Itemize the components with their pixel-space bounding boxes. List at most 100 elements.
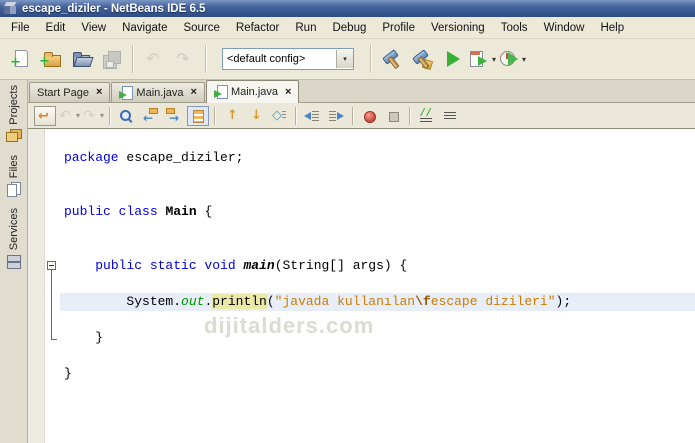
code-line[interactable]	[28, 185, 695, 203]
code-line[interactable]	[28, 131, 695, 149]
menu-view[interactable]: View	[73, 19, 114, 37]
run-button[interactable]	[438, 45, 466, 73]
code-line[interactable]	[28, 221, 695, 239]
toggle-highlight-button[interactable]	[187, 106, 209, 126]
code-editor[interactable]: package escape_diziler;public class Main…	[28, 129, 695, 443]
run-icon	[441, 48, 463, 70]
sidebar-tab-files[interactable]: Files	[6, 155, 22, 196]
menu-file[interactable]: File	[3, 19, 38, 37]
projects-icon	[6, 129, 22, 143]
debug-button[interactable]: ▾	[468, 45, 496, 73]
find-previous-icon	[142, 108, 158, 124]
code-token: (	[267, 294, 275, 309]
profile-icon	[498, 48, 520, 70]
title-bar[interactable]: escape_diziler - NetBeans IDE 6.5	[0, 0, 695, 17]
code-text: package escape_diziler;	[64, 149, 243, 167]
build-button[interactable]	[378, 45, 406, 73]
chevron-down-icon[interactable]: ▾	[100, 111, 104, 120]
open-project-button[interactable]	[67, 45, 95, 73]
code-line[interactable]: public static void main(String[] args) {	[28, 257, 695, 275]
new-project-button[interactable]	[37, 45, 65, 73]
menu-run[interactable]: Run	[287, 19, 324, 37]
uncomment-button[interactable]	[439, 106, 461, 126]
tab-0-start-page[interactable]: Start Page×	[29, 82, 110, 102]
tab-2-main-java[interactable]: Main.java×	[206, 80, 300, 103]
config-combobox[interactable]: <default config>▾	[222, 48, 354, 70]
find-button[interactable]	[115, 106, 137, 126]
tab-close-icon[interactable]: ×	[191, 87, 197, 98]
code-token: escape dizileri"	[431, 294, 556, 309]
find-next-button[interactable]	[163, 106, 185, 126]
nav-forward-button[interactable]: ▾	[82, 106, 104, 126]
clean-build-button[interactable]	[408, 45, 436, 73]
bookmark-next-button[interactable]	[244, 106, 266, 126]
sidebar-tab-label: Files	[8, 155, 20, 178]
shift-right-icon	[328, 108, 344, 124]
menu-navigate[interactable]: Navigate	[114, 19, 175, 37]
macro-record-icon	[361, 108, 377, 124]
sidebar-tab-services[interactable]: Services	[6, 208, 22, 268]
last-edit-button[interactable]	[34, 106, 56, 126]
shift-left-icon	[304, 108, 320, 124]
new-file-button[interactable]	[7, 45, 35, 73]
chevron-down-icon[interactable]: ▾	[76, 111, 80, 120]
comment-button[interactable]	[415, 106, 437, 126]
sidebar-tab-projects[interactable]: Projects	[6, 85, 22, 143]
toolbar-separator	[205, 45, 206, 73]
tab-close-icon[interactable]: ×	[96, 87, 102, 98]
macro-stop-button[interactable]	[382, 106, 404, 126]
chevron-down-icon[interactable]: ▾	[522, 55, 526, 64]
code-line[interactable]: System.out.println("javada kullanılan\fe…	[28, 293, 695, 311]
menu-refactor[interactable]: Refactor	[228, 19, 287, 37]
code-text: public static void main(String[] args) {	[64, 257, 407, 275]
netbeans-window: escape_diziler - NetBeans IDE 6.5 FileEd…	[0, 0, 695, 443]
macro-record-button[interactable]	[358, 106, 380, 126]
menu-profile[interactable]: Profile	[374, 19, 423, 37]
toolbar-separator	[214, 107, 215, 125]
toolbar-separator	[409, 107, 410, 125]
fold-collapse-icon[interactable]	[47, 261, 56, 270]
code-line[interactable]	[28, 239, 695, 257]
undo-button[interactable]	[140, 45, 168, 73]
tab-label: Main.java	[136, 87, 183, 99]
redo-button[interactable]	[170, 45, 198, 73]
find-next-icon	[166, 108, 182, 124]
code-text: public class Main {	[64, 203, 212, 221]
find-icon	[118, 108, 134, 124]
chevron-down-icon[interactable]: ▾	[336, 50, 353, 68]
tab-1-main-java[interactable]: Main.java ×	[111, 82, 205, 102]
chevron-down-icon[interactable]: ▾	[492, 55, 496, 64]
netbeans-logo-icon	[4, 2, 17, 15]
menu-debug[interactable]: Debug	[324, 19, 374, 37]
profile-button[interactable]: ▾	[498, 45, 526, 73]
find-previous-button[interactable]	[139, 106, 161, 126]
code-token: Main	[165, 204, 196, 219]
menu-versioning[interactable]: Versioning	[423, 19, 493, 37]
menu-window[interactable]: Window	[536, 19, 593, 37]
code-line[interactable]	[28, 275, 695, 293]
services-icon	[6, 254, 22, 268]
menu-help[interactable]: Help	[592, 19, 632, 37]
menu-tools[interactable]: Tools	[493, 19, 536, 37]
menu-source[interactable]: Source	[175, 19, 227, 37]
debug-icon	[468, 48, 490, 70]
code-line[interactable]	[28, 347, 695, 365]
shift-left-button[interactable]	[301, 106, 323, 126]
bookmark-toggle-button[interactable]	[268, 106, 290, 126]
menu-edit[interactable]: Edit	[38, 19, 74, 37]
code-line[interactable]: public class Main {	[28, 203, 695, 221]
new-project-icon	[40, 48, 62, 70]
save-all-button[interactable]	[97, 45, 125, 73]
nav-back-button[interactable]: ▾	[58, 106, 80, 126]
shift-right-button[interactable]	[325, 106, 347, 126]
code-text: System.out.println("javada kullanılan\fe…	[64, 293, 571, 311]
uncomment-icon	[442, 108, 458, 124]
code-line[interactable]	[28, 167, 695, 185]
code-token: }	[64, 366, 72, 381]
code-line[interactable]: }	[28, 365, 695, 383]
last-edit-icon	[37, 108, 53, 124]
toolbar-separator	[370, 45, 371, 73]
tab-close-icon[interactable]: ×	[285, 87, 291, 98]
bookmark-previous-button[interactable]	[220, 106, 242, 126]
code-line[interactable]: package escape_diziler;	[28, 149, 695, 167]
